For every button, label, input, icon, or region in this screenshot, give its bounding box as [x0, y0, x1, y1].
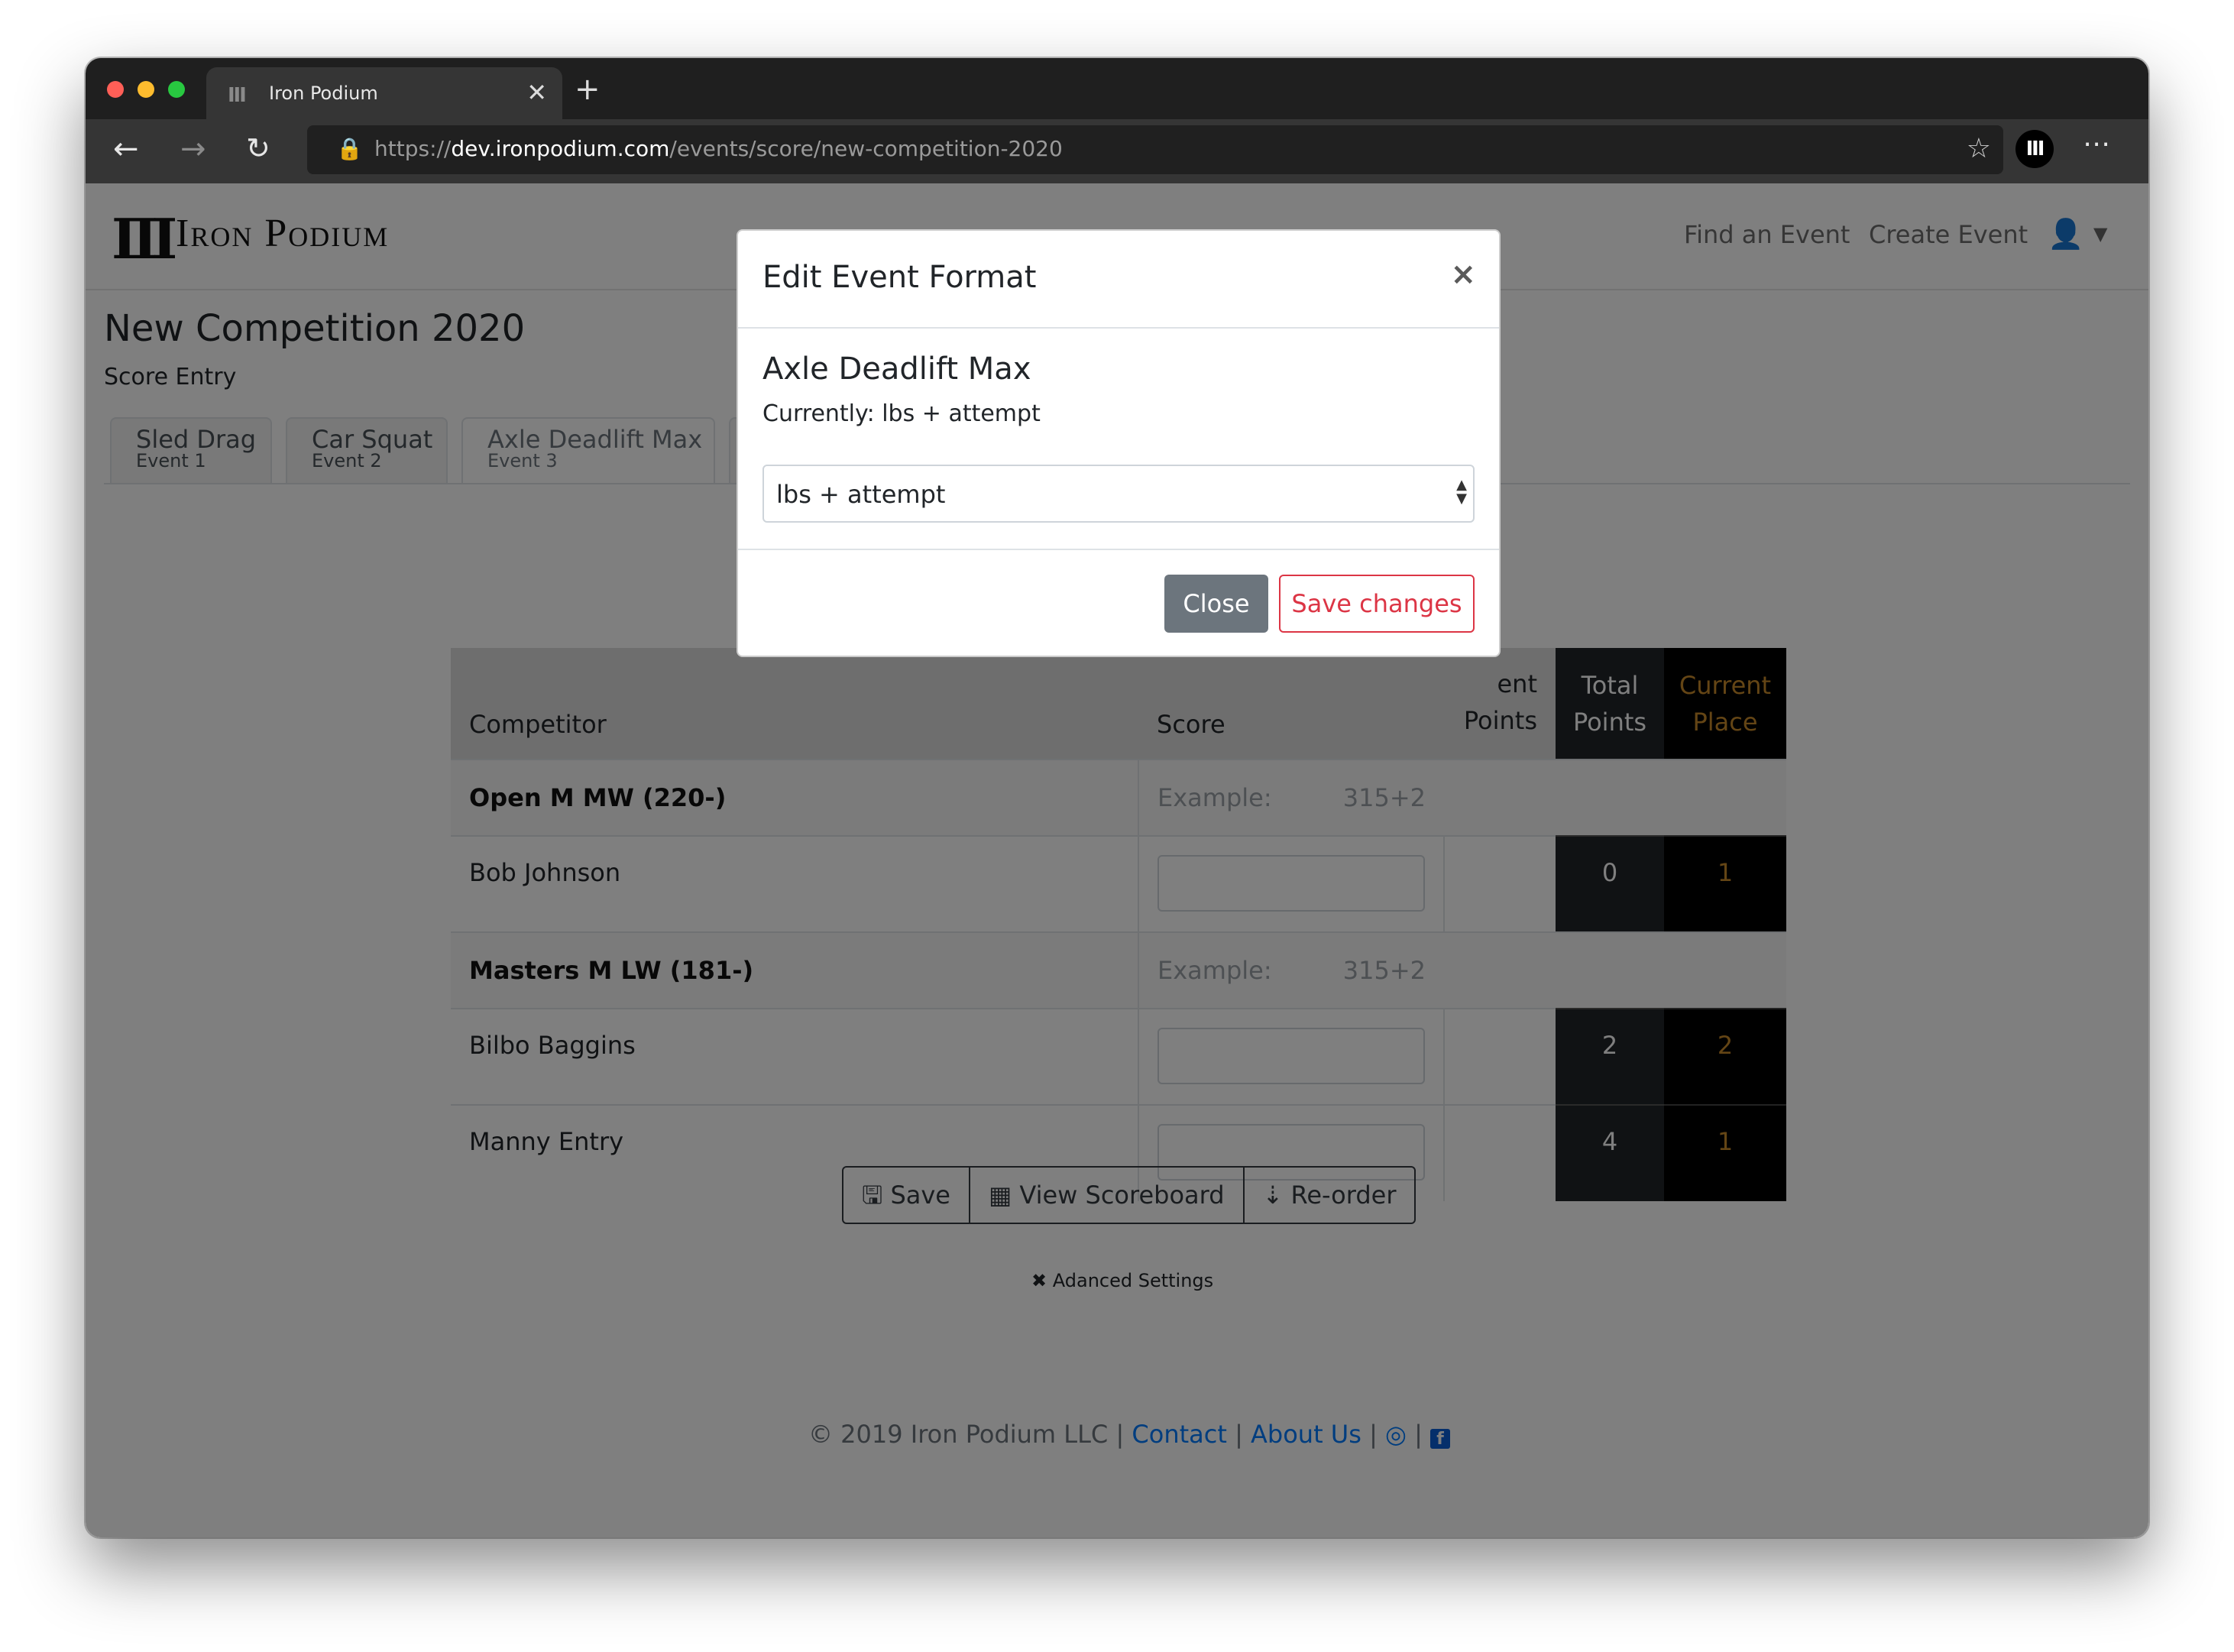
- forward-icon[interactable]: →: [180, 131, 206, 167]
- close-window-light[interactable]: [107, 81, 124, 98]
- address-bar[interactable]: 🔒 https://dev.ironpodium.com/events/scor…: [307, 125, 2003, 174]
- new-tab-icon[interactable]: +: [575, 72, 601, 107]
- edit-event-format-modal: Edit Event Format × Axle Deadlift Max Cu…: [737, 229, 1501, 657]
- browser-toolbar: ← → ↻ 🔒 https://dev.ironpodium.com/event…: [86, 119, 2148, 183]
- minimize-window-light[interactable]: [138, 81, 154, 98]
- modal-header: Edit Event Format ×: [738, 231, 1499, 329]
- browser-window: ⅡⅠ Iron Podium ✕ + ← → ↻ 🔒 https://dev.i…: [86, 58, 2148, 1537]
- url-text[interactable]: https://dev.ironpodium.com/events/score/…: [374, 136, 1063, 161]
- maximize-window-light[interactable]: [168, 81, 185, 98]
- close-icon[interactable]: ×: [1450, 257, 1476, 292]
- bookmark-star-icon[interactable]: ☆: [1967, 133, 1991, 164]
- modal-current-format: Currently: lbs + attempt: [762, 400, 1041, 427]
- profile-avatar[interactable]: ⅡⅠ: [2015, 130, 2054, 168]
- tab-title: Iron Podium: [269, 83, 378, 104]
- more-menu-icon[interactable]: ⋯: [2083, 128, 2110, 160]
- close-tab-icon[interactable]: ✕: [526, 78, 547, 107]
- close-button[interactable]: Close: [1164, 575, 1268, 633]
- back-icon[interactable]: ←: [113, 131, 139, 167]
- save-changes-button[interactable]: Save changes: [1279, 575, 1475, 633]
- format-select-value: lbs + attempt: [776, 480, 946, 509]
- format-select[interactable]: lbs + attempt ▲ ▼: [762, 465, 1475, 523]
- favicon-icon: ⅡⅠ: [228, 84, 247, 107]
- modal-event-name: Axle Deadlift Max: [762, 351, 1031, 387]
- browser-tab[interactable]: ⅡⅠ Iron Podium ✕: [206, 67, 562, 119]
- lock-icon: 🔒: [336, 136, 363, 161]
- tab-strip: ⅡⅠ Iron Podium ✕ +: [86, 58, 2148, 119]
- modal-title: Edit Event Format: [762, 260, 1037, 295]
- modal-footer-divider: [738, 549, 1499, 550]
- reload-icon[interactable]: ↻: [246, 131, 270, 165]
- select-arrows-icon: ▲ ▼: [1456, 477, 1467, 507]
